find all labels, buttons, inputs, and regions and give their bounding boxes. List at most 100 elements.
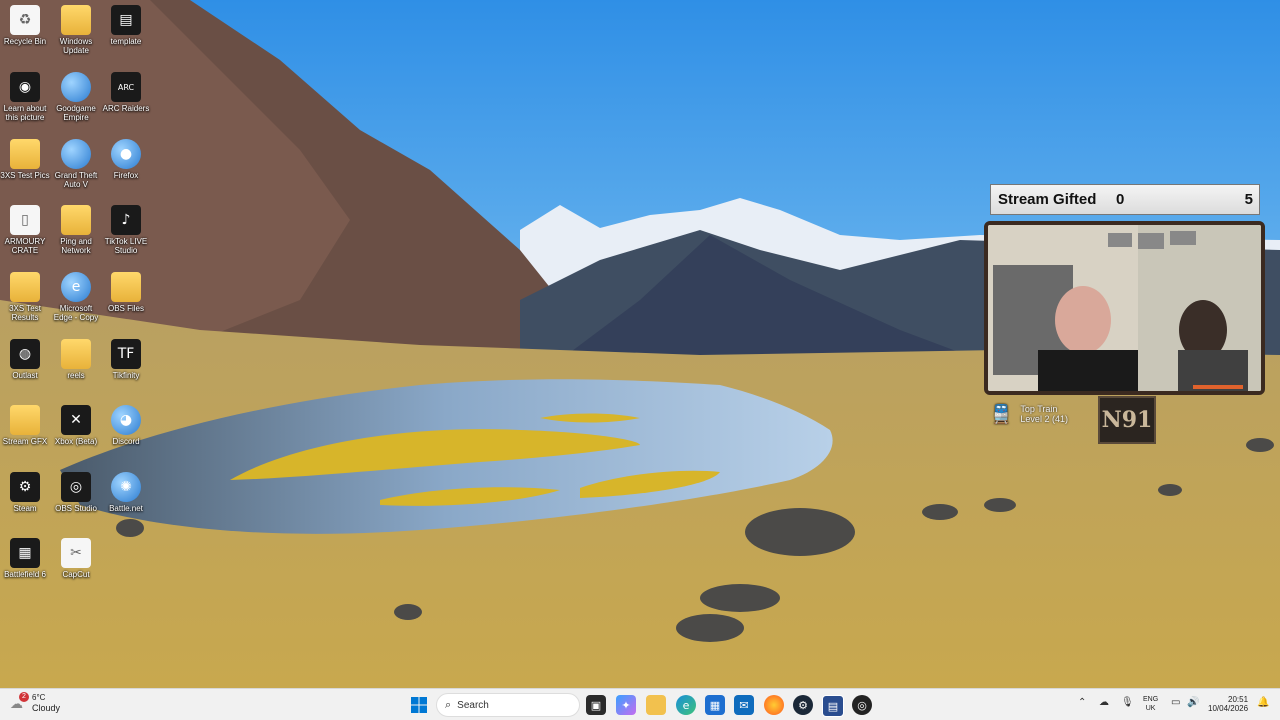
template-icon: ▤ [111, 5, 141, 35]
microphone-icon[interactable]: 🎙 [1121, 697, 1134, 708]
desktop-icon[interactable]: Goodgame Empire [51, 72, 101, 122]
webcam-overlay [984, 221, 1265, 395]
train-title: Top Train [1020, 404, 1058, 414]
n91-logo: N91 [1098, 396, 1156, 444]
desktop-icon[interactable]: Stream GFX [0, 405, 50, 446]
xbox-icon: ✕ [61, 405, 91, 435]
store-icon[interactable]: ▦ [705, 695, 725, 715]
desktop-icon[interactable]: 3XS Test Pics [0, 139, 50, 180]
cloud-icon[interactable]: ☁ [1099, 697, 1109, 708]
folder-icon [10, 272, 40, 302]
desktop-icon-label: reels [67, 371, 85, 380]
desktop-icon[interactable]: ✕ Xbox (Beta) [51, 405, 101, 446]
stream-gifted-overlay: Stream Gifted 0 5 [990, 184, 1260, 215]
lang-region: UK [1145, 705, 1156, 712]
obs-icon[interactable]: ◎ [852, 695, 872, 715]
desktop-icon-label: Stream GFX [2, 437, 48, 446]
desktop-icon[interactable]: ● Firefox [101, 139, 151, 180]
top-train-widget: 🚆 Top Train Level 2 (41) [990, 400, 1068, 428]
weather-badge: 2 [19, 692, 29, 702]
folder-icon [61, 5, 91, 35]
edge-icon: e [61, 272, 91, 302]
desktop-icon-label: 3XS Test Pics [0, 171, 50, 180]
desktop-icon[interactable]: ✂ CapCut [51, 538, 101, 579]
folder-icon [61, 339, 91, 369]
file-explorer-icon[interactable] [646, 695, 666, 715]
desktop-icon[interactable]: ARC ARC Raiders [101, 72, 151, 113]
gifted-goal: 5 [1244, 191, 1253, 208]
gifted-count: 0 [1116, 191, 1125, 208]
capcut-icon: ✂ [61, 538, 91, 568]
app-window-icon[interactable]: ▤ [822, 695, 844, 717]
desktop-icon-label: Learn about this picture [3, 104, 47, 122]
copilot-icon[interactable]: ✦ [616, 695, 636, 715]
gifted-label: Stream Gifted [998, 191, 1097, 208]
desktop-icon-label: Grand Theft Auto V [54, 171, 98, 189]
language-indicator[interactable]: ENG UK [1143, 695, 1158, 713]
desktop-icon[interactable]: Grand Theft Auto V [51, 139, 101, 189]
globe-icon [61, 139, 91, 169]
search-box[interactable]: ⌕ Search [436, 693, 580, 717]
desktop-icon[interactable]: e Microsoft Edge - Copy [51, 272, 101, 322]
folder-icon [111, 272, 141, 302]
edge-icon[interactable]: e [676, 695, 696, 715]
desktop-icon[interactable]: ◕ Discord [101, 405, 151, 446]
clock-time: 20:51 [1228, 695, 1249, 704]
desktop-icon[interactable]: ✺ Battle.net [101, 472, 151, 513]
desktop-icon[interactable]: ♻ Recycle Bin [0, 5, 50, 46]
desktop-icon-label: ARMOURY CRATE [4, 237, 46, 255]
clock[interactable]: 20:51 10/04/2026 [1208, 695, 1248, 713]
desktop-icon[interactable]: Ping and Network [51, 205, 101, 255]
desktop-icon-label: TikTok LIVE Studio [104, 237, 148, 255]
desktop-icon-label: OBS Studio [55, 504, 97, 513]
desktop-icon-grid: ♻ Recycle Bin Windows Update ▤ template ◉ Lear… [0, 0, 160, 688]
desktop-icon-label: Steam [13, 504, 37, 513]
network-icon[interactable]: ▭ [1171, 697, 1180, 708]
task-view-icon[interactable]: ▣ [586, 695, 606, 715]
desktop-icon-label: ARC Raiders [102, 104, 150, 113]
desktop-icon-label: 3XS Test Results [9, 304, 41, 322]
recycle-bin-icon: ♻ [10, 5, 40, 35]
globe-icon [61, 72, 91, 102]
desktop-icon-label: CapCut [62, 570, 90, 579]
folder-icon [61, 205, 91, 235]
desktop-icon-label: Discord [112, 437, 140, 446]
weather-condition: Cloudy [32, 703, 61, 713]
desktop-icon[interactable]: ▤ template [101, 5, 151, 46]
firefox-icon[interactable] [764, 695, 784, 715]
desktop-icon[interactable]: ♪ TikTok LIVE Studio [101, 205, 151, 255]
volume-icon[interactable]: 🔊 [1187, 697, 1199, 708]
desktop-icon[interactable]: ▦ Battlefield 6 [0, 538, 50, 579]
desktop-icon-label: Tikfinity [112, 371, 140, 380]
steam-icon[interactable]: ⚙ [793, 695, 813, 715]
desktop-icon-label: Ping and Network [60, 237, 92, 255]
chevron-up-icon[interactable]: ⌃ [1078, 697, 1086, 708]
file-icon: ▯ [10, 205, 40, 235]
desktop-icon-label: Windows Update [59, 37, 93, 55]
desktop-icon[interactable]: Windows Update [51, 5, 101, 55]
weather-temp: 6°C [32, 693, 46, 702]
desktop-icon[interactable]: ◎ OBS Studio [51, 472, 101, 513]
tiktok-icon: ♪ [111, 205, 141, 235]
desktop-icon[interactable]: OBS Files [101, 272, 151, 313]
obs-icon: ◎ [61, 472, 91, 502]
desktop-icon[interactable]: ◉ Learn about this picture [0, 72, 50, 122]
search-icon: ⌕ [445, 698, 452, 711]
outlast-icon: ◍ [10, 339, 40, 369]
desktop-icon[interactable]: ▯ ARMOURY CRATE [0, 205, 50, 255]
desktop-icon[interactable]: ◍ Outlast [0, 339, 50, 380]
outlook-icon[interactable]: ✉ [734, 695, 754, 715]
steam-icon: ⚙ [10, 472, 40, 502]
desktop-icon-label: Battle.net [109, 504, 143, 513]
desktop-icon-label: template [110, 37, 142, 46]
desktop-icon[interactable]: 3XS Test Results [0, 272, 50, 322]
desktop-icon[interactable]: ⚙ Steam [0, 472, 50, 513]
weather-widget[interactable]: ☁ 2 6°C Cloudy [10, 692, 61, 713]
start-icon[interactable] [409, 695, 429, 715]
folder-icon [10, 139, 40, 169]
desktop-icon[interactable]: TF Tikfinity [101, 339, 151, 380]
notification-bell-icon[interactable]: 🔔 [1257, 697, 1269, 708]
desktop-icon[interactable]: reels [51, 339, 101, 380]
desktop-icon-label: Xbox (Beta) [54, 437, 98, 446]
lang-code: ENG [1143, 696, 1159, 703]
